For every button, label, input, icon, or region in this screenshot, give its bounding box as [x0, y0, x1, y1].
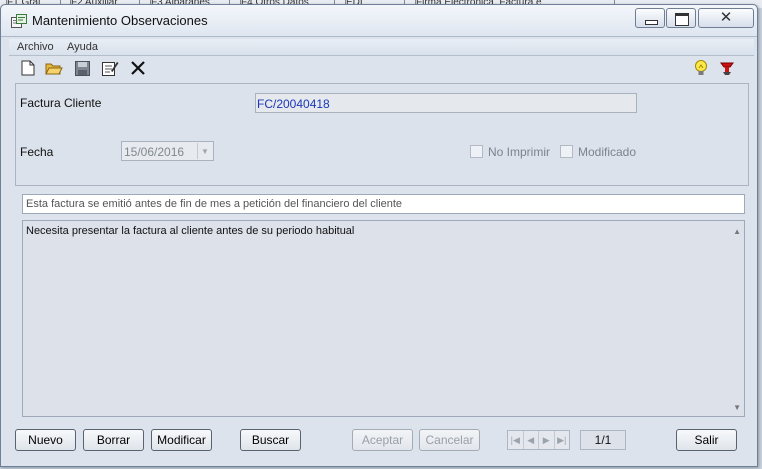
first-record-icon[interactable]: |◀ [508, 431, 524, 449]
delete-x-icon[interactable] [129, 59, 147, 77]
chevron-down-icon[interactable]: ▼ [197, 143, 212, 159]
menu-archivo[interactable]: Archivo [17, 41, 54, 53]
nuevo-button[interactable]: Nuevo [15, 429, 76, 451]
scroll-up-icon[interactable]: ▲ [733, 227, 741, 236]
close-button[interactable]: ✕ [698, 8, 754, 28]
exit-icon[interactable] [718, 59, 736, 77]
save-disk-icon[interactable] [73, 59, 91, 77]
subject-input[interactable]: Esta factura se emitió antes de fin de m… [22, 194, 745, 214]
salir-button[interactable]: Salir [676, 429, 737, 451]
toolbar [15, 55, 748, 83]
open-folder-icon[interactable] [45, 59, 63, 77]
modificar-button[interactable]: Modificar [151, 429, 212, 451]
record-navigator: |◀ ◀ ▶ ▶| [507, 430, 570, 450]
next-record-icon[interactable]: ▶ [539, 431, 555, 449]
title-bar[interactable]: Mantenimiento Observaciones ✕ [1, 5, 757, 37]
previous-record-icon[interactable]: ◀ [524, 431, 539, 449]
no-imprimir-label: No Imprimir [488, 145, 550, 159]
scroll-down-icon[interactable]: ▼ [733, 403, 741, 412]
last-record-icon[interactable]: ▶| [555, 431, 570, 449]
menu-ayuda[interactable]: Ayuda [67, 41, 98, 53]
modificado-checkbox[interactable] [560, 145, 573, 158]
notes-textarea[interactable]: Necesita presentar la factura al cliente… [22, 220, 745, 417]
app-icon [11, 14, 27, 28]
factura-cliente-field: FC/20040418 [255, 93, 637, 113]
aceptar-button[interactable]: Aceptar [352, 429, 413, 451]
modificado-label: Modificado [578, 145, 637, 159]
window-title: Mantenimiento Observaciones [32, 13, 208, 28]
buscar-button[interactable]: Buscar [240, 429, 301, 451]
no-imprimir-checkbox[interactable] [470, 145, 483, 158]
notes-text: Necesita presentar la factura al cliente… [26, 225, 355, 237]
factura-cliente-label: Factura Cliente [20, 96, 102, 110]
invoice-header-panel: Factura Cliente FC/20040418 Fecha 15/06/… [15, 83, 749, 186]
new-document-icon[interactable] [19, 59, 37, 77]
help-bulb-icon[interactable] [692, 59, 710, 77]
maximize-button[interactable] [666, 8, 696, 28]
fecha-label: Fecha [20, 145, 54, 159]
menu-bar: Archivo Ayuda [9, 39, 754, 56]
borrar-button[interactable]: Borrar [83, 429, 144, 451]
close-icon: ✕ [719, 9, 733, 26]
fecha-value: 15/06/2016 [124, 145, 185, 159]
fecha-date-picker[interactable]: 15/06/2016 ▼ [121, 141, 214, 161]
page-indicator: 1/1 [580, 430, 626, 450]
cancelar-button[interactable]: Cancelar [419, 429, 480, 451]
edit-form-icon[interactable] [101, 59, 119, 77]
minimize-button[interactable] [635, 8, 665, 28]
